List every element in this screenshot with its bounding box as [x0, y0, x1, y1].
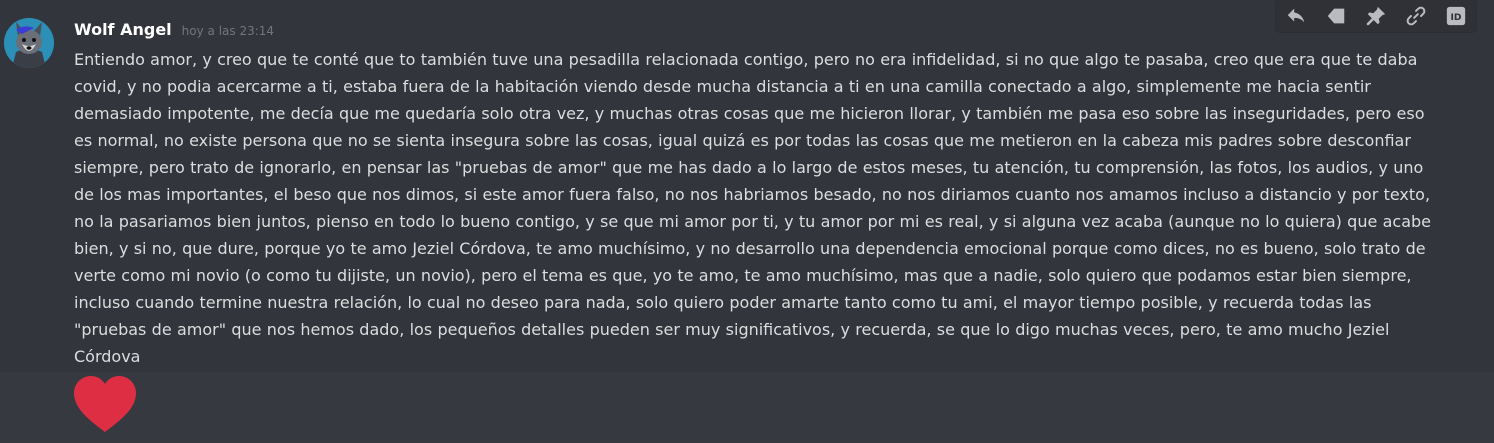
message-header: Wolf Angel hoy a las 23:14	[74, 20, 274, 44]
heart-icon	[74, 376, 136, 432]
pin-button[interactable]	[1360, 0, 1392, 32]
wolf-avatar-icon	[4, 18, 54, 68]
username[interactable]: Wolf Angel	[74, 20, 172, 39]
avatar[interactable]	[4, 18, 54, 68]
timestamp[interactable]: hoy a las 23:14	[182, 24, 274, 38]
id-icon: ID	[1446, 6, 1466, 26]
tag-icon	[1327, 8, 1345, 24]
copy-link-button[interactable]	[1400, 0, 1432, 32]
message-content: Entiendo amor, y creo que te conté que t…	[74, 50, 1432, 366]
reply-icon	[1287, 8, 1305, 23]
reply-button[interactable]	[1280, 0, 1312, 32]
link-icon	[1406, 6, 1426, 26]
id-label: ID	[1450, 12, 1461, 23]
message-toolbar: ID	[1276, 0, 1476, 32]
pin-icon	[1366, 6, 1386, 26]
heart-reaction[interactable]	[72, 374, 138, 436]
copy-id-button[interactable]: ID	[1440, 0, 1472, 32]
message-container: Wolf Angel hoy a las 23:14 Entiendo amor…	[0, 0, 1494, 372]
tag-button[interactable]	[1320, 0, 1352, 32]
